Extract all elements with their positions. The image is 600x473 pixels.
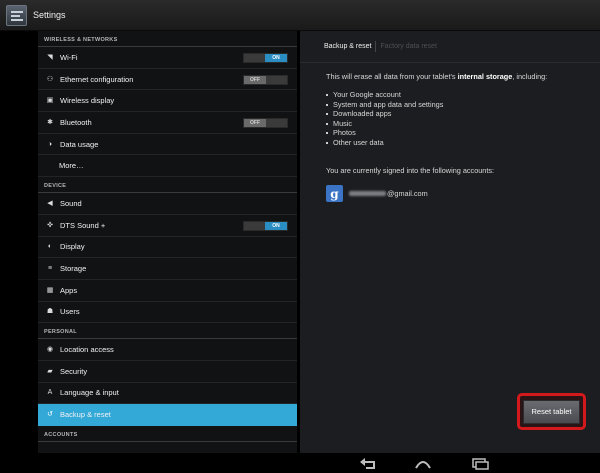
language-icon: A (47, 389, 53, 397)
section-header-accounts: ACCOUNTS (38, 426, 297, 442)
sidebar-item-wi-fi[interactable]: ◥ Wi-Fi ON (38, 47, 297, 69)
sidebar-item-location-access[interactable]: ◉ Location access (38, 339, 297, 361)
sidebar-item-label: Data usage (60, 139, 99, 149)
sidebar-item-apps[interactable]: ▦ Apps (38, 280, 297, 302)
sidebar-item-language-input[interactable]: A Language & input (38, 383, 297, 405)
users-icon: ☗ (46, 308, 54, 316)
brightness-icon: ◐ (47, 243, 53, 251)
sidebar-item-label: Apps (60, 285, 78, 295)
section-header-wireless-networks: WIRELESS & NETWORKS (38, 31, 297, 47)
account-row: g @gmail.com (326, 185, 574, 202)
toggle-switch[interactable]: OFF (243, 118, 288, 129)
back-icon[interactable] (358, 457, 378, 469)
account-email: @gmail.com (349, 189, 428, 198)
storage-icon: ≡ (47, 265, 53, 273)
toggle-state: ON (265, 221, 287, 230)
toggle-state: OFF (244, 75, 266, 84)
detail-pane: Backup & reset Factory data reset This w… (300, 31, 600, 453)
reset-tablet-button[interactable]: Reset tablet (523, 399, 580, 424)
erase-warning: This will erase all data from your table… (326, 72, 574, 82)
sidebar-item-label: Display (60, 242, 85, 252)
sidebar-item-label: Bluetooth (60, 117, 92, 127)
sidebar-item-label: Ethernet configuration (60, 74, 134, 84)
list-item: Your Google account (326, 90, 574, 100)
sidebar-item-label: Location access (60, 345, 114, 355)
sidebar-item-bluetooth[interactable]: ✱ Bluetooth OFF (38, 112, 297, 134)
accounts-label: You are currently signed into the follow… (326, 166, 495, 175)
sidebar-item-wireless-display[interactable]: ▣ Wireless display (38, 90, 297, 113)
warning-suffix-text: , including: (512, 72, 548, 81)
sidebar-item-users[interactable]: ☗ Users (38, 302, 297, 324)
home-icon[interactable] (413, 457, 433, 469)
google-icon: g (326, 185, 343, 202)
lock-icon: ▰ (47, 367, 53, 375)
sidebar-item-label: Backup & reset (60, 410, 111, 420)
detail-content: This will erase all data from your table… (300, 63, 600, 202)
list-item: Music (326, 119, 574, 129)
list-item: Downloaded apps (326, 109, 574, 119)
bluetooth-icon: ✱ (47, 118, 53, 126)
sidebar-item-label: Security (60, 366, 88, 376)
toggle-state: ON (265, 54, 287, 62)
sidebar-item-label: More… (59, 161, 84, 171)
sound-icon: ◀ (47, 199, 53, 207)
recents-icon[interactable] (470, 457, 490, 470)
section-header-device: DEVICE (38, 177, 297, 194)
reset-button-highlight: Reset tablet (517, 393, 586, 430)
sidebar-item-storage[interactable]: ≡ Storage (38, 258, 297, 280)
sidebar-item-label: Sound (60, 198, 82, 208)
settings-app-icon[interactable] (6, 4, 27, 26)
tab-separator (375, 41, 377, 52)
toggle-switch[interactable]: ON (243, 220, 288, 231)
ethernet-icon: ⚇ (46, 75, 54, 83)
sidebar-item-sound[interactable]: ◀ Sound (38, 193, 297, 215)
email-domain: @gmail.com (387, 189, 428, 198)
sidebar-item-dts-sound[interactable]: ✜ DTS Sound + ON (38, 215, 297, 237)
apps-icon: ▦ (46, 286, 54, 294)
navigation-bar (0, 453, 600, 473)
sidebar-item-label: Wireless display (60, 96, 115, 106)
location-icon: ◉ (46, 346, 54, 354)
tab-factory-data-reset[interactable]: Factory data reset (380, 43, 436, 50)
sidebar-item-display[interactable]: ◐ Display (38, 237, 297, 259)
sidebar-item-label: Language & input (60, 388, 119, 398)
list-item: Other user data (326, 138, 574, 148)
display-icon: ▣ (46, 97, 54, 105)
toggle-state: OFF (244, 119, 266, 128)
tab-backup-reset[interactable]: Backup & reset (324, 43, 371, 50)
sidebar-item-backup-reset[interactable]: ↺ Backup & reset (38, 404, 297, 426)
section-header-personal: PERSONAL (38, 323, 297, 340)
app-title: Settings (33, 10, 66, 20)
sidebar-item-security[interactable]: ▰ Security (38, 361, 297, 383)
settings-sidebar: WIRELESS & NETWORKS ◥ Wi-Fi ON ⚇ Ethernet con… (38, 31, 297, 453)
list-item: Photos (326, 128, 574, 138)
list-item: System and app data and settings (326, 100, 574, 110)
wifi-icon: ◥ (47, 53, 53, 61)
sidebar-item-label: Wi-Fi (60, 52, 78, 62)
redacted-username (349, 191, 386, 196)
action-bar: Settings (0, 0, 600, 31)
erase-list: Your Google account System and app data a… (326, 90, 574, 147)
sidebar-item-data-usage[interactable]: ◑ Data usage (38, 134, 297, 156)
sidebar-item-label: DTS Sound + (60, 220, 106, 230)
sidebar-item-label: Storage (60, 264, 87, 274)
detail-tabs: Backup & reset Factory data reset (300, 31, 600, 63)
dts-sound-icon: ✜ (47, 221, 53, 229)
toggle-switch[interactable]: ON (243, 53, 288, 63)
toggle-switch[interactable]: OFF (243, 74, 288, 85)
sidebar-item-label: Users (60, 307, 80, 317)
sidebar-item-ethernet-configuration[interactable]: ⚇ Ethernet configuration OFF (38, 69, 297, 91)
backup-icon: ↺ (47, 411, 53, 419)
sidebar-item-more[interactable]: More… (38, 155, 297, 178)
data-usage-icon: ◑ (47, 140, 53, 148)
warning-text: This will erase all data from your table… (326, 72, 458, 81)
warning-bold-text: internal storage (457, 72, 513, 81)
